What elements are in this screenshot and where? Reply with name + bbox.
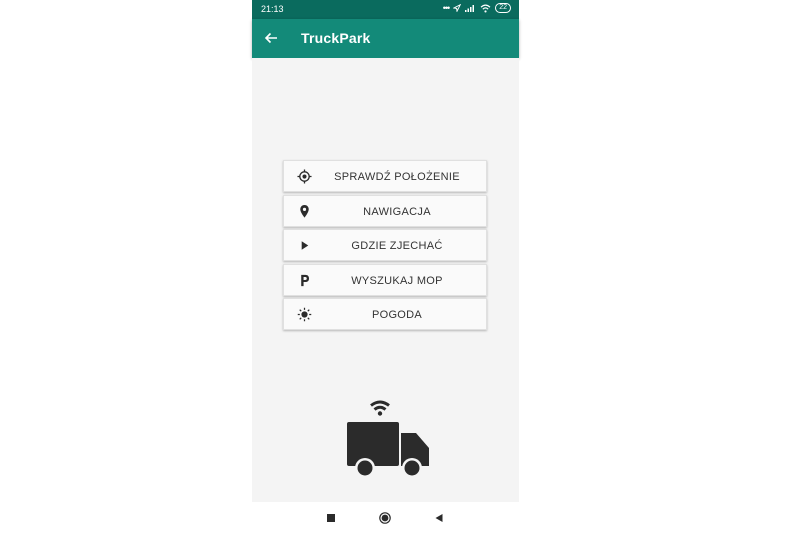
status-time: 21:13 xyxy=(261,4,284,14)
status-icons: ••• 22 xyxy=(443,3,511,13)
navigation-label: NAWIGACJA xyxy=(363,205,431,218)
wifi-icon xyxy=(480,4,491,13)
status-bar: 21:13 ••• 22 xyxy=(252,0,519,19)
arrow-left-icon[interactable] xyxy=(263,30,279,46)
where-to-exit-label: GDZIE ZJECHAĆ xyxy=(351,240,443,253)
main-content: SPRAWDŹ POŁOŻENIE NAWIGACJA GDZIE ZJECHA… xyxy=(252,58,519,502)
search-mop-label: WYSZUKAJ MOP xyxy=(351,274,443,287)
search-mop-button[interactable]: WYSZUKAJ MOP xyxy=(283,263,487,296)
check-location-button[interactable]: SPRAWDŹ POŁOŻENIE xyxy=(283,160,487,192)
connected-truck-icon xyxy=(347,400,429,478)
back-triangle-icon[interactable] xyxy=(433,512,445,524)
home-icon[interactable] xyxy=(379,512,391,524)
location-arrow-icon xyxy=(453,4,462,12)
weather-label: POGODA xyxy=(371,309,423,322)
recents-icon[interactable] xyxy=(325,512,337,524)
check-location-label: SPRAWDŹ POŁOŻENIE xyxy=(334,171,460,183)
weather-button[interactable]: POGODA xyxy=(283,298,487,331)
menu-list: SPRAWDŹ POŁOŻENIE NAWIGACJA GDZIE ZJECHA… xyxy=(283,160,487,333)
system-nav-bar xyxy=(252,502,519,534)
more-dots-icon: ••• xyxy=(442,3,451,13)
app-bar: TruckPark xyxy=(252,19,519,58)
where-to-exit-button[interactable]: GDZIE ZJECHAĆ xyxy=(283,229,487,262)
app-title: TruckPark xyxy=(301,30,371,46)
signal-icon xyxy=(465,5,475,12)
navigation-button[interactable]: NAWIGACJA xyxy=(283,194,487,227)
phone-screen: 21:13 ••• 22 TruckPark SPRAWDŹ POŁOŻENIE… xyxy=(252,0,519,534)
battery-icon: 22 xyxy=(495,3,511,13)
